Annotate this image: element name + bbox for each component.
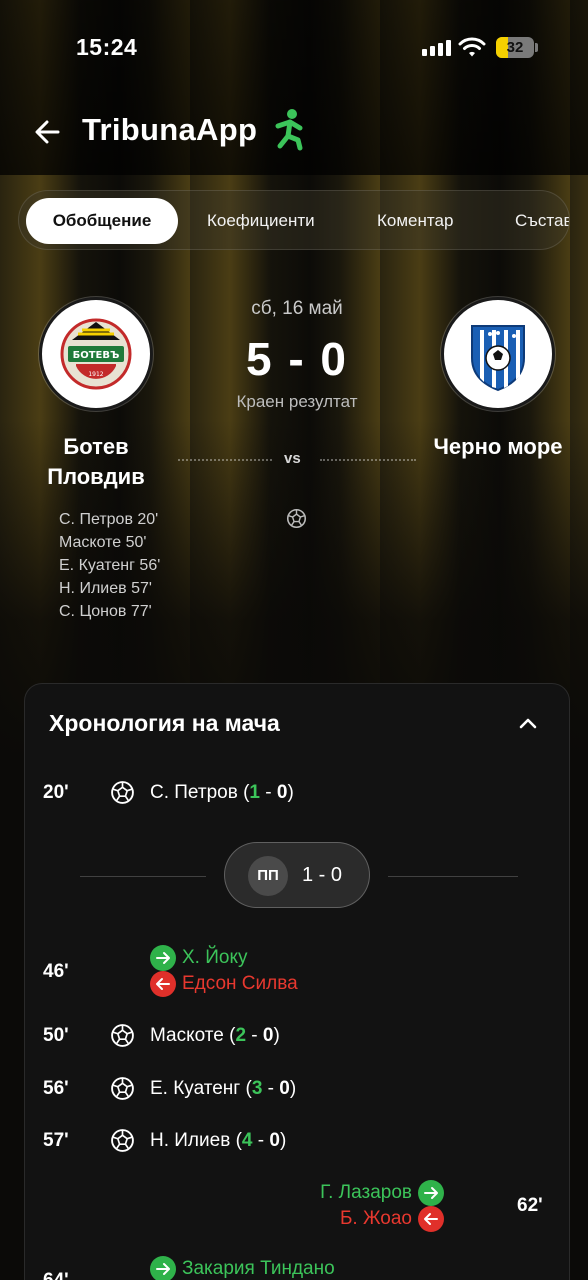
match-score: 5 - 0 xyxy=(245,333,349,385)
goal-event[interactable]: Н. Илиев (4 - 0) xyxy=(150,1130,286,1152)
collapse-button[interactable] xyxy=(516,712,540,741)
scorer-item: Е. Куатенг 56' xyxy=(59,557,161,574)
goal-event[interactable]: Е. Куатенг (3 - 0) xyxy=(150,1078,296,1100)
status-time: 15:24 xyxy=(76,34,138,60)
tab-odds[interactable]: Коефициенти xyxy=(207,198,315,244)
halftime-divider-right xyxy=(388,876,518,877)
scorer-item: Маскоте 50' xyxy=(59,534,147,551)
timeline-title: Хронология на мача xyxy=(49,710,280,736)
match-tabs: Обобщение Коефициенти Коментар Състав xyxy=(18,190,570,250)
scorer-item: С. Цонов 77' xyxy=(59,603,152,620)
sub-in-icon xyxy=(150,1256,176,1280)
goal-home-score: 2 xyxy=(235,1025,247,1046)
halftime-badge: ПП xyxy=(248,856,288,896)
soccer-ball-icon xyxy=(286,508,307,534)
battery-level: 32 xyxy=(506,39,524,56)
sub-out-icon xyxy=(150,971,176,997)
event-minute: 57' xyxy=(43,1130,69,1151)
match-status: Краен резултат xyxy=(236,392,358,411)
event-minute: 64' xyxy=(43,1270,69,1280)
tab-lineups[interactable]: Състав xyxy=(515,198,569,244)
vs-divider-left xyxy=(178,459,272,461)
goal-player: С. Петров xyxy=(150,782,238,803)
soccer-ball-icon xyxy=(110,1076,135,1106)
halftime-pill xyxy=(224,842,370,908)
goal-away-score: 0 xyxy=(276,782,288,803)
status-bar: 15:24 32 xyxy=(0,0,588,90)
home-team-name-line2: Пловдив xyxy=(47,464,145,489)
soccer-ball-icon xyxy=(110,1023,135,1053)
arrow-left-icon xyxy=(35,120,60,144)
match-date: сб, 16 май xyxy=(251,298,343,319)
goal-away-score: 0 xyxy=(279,1078,290,1099)
goal-home-score: 4 xyxy=(241,1130,253,1151)
back-button[interactable] xyxy=(30,114,66,150)
vs-label: vs xyxy=(284,450,301,467)
sub-out-player[interactable]: Едсон Силва xyxy=(182,973,298,995)
scorer-item: Н. Илиев 57' xyxy=(59,580,152,597)
home-scorers-list: С. Петров 20' Маскоте 50' Е. Куатенг 56'… xyxy=(59,508,160,623)
event-minute: 62' xyxy=(517,1195,543,1216)
event-minute: 20' xyxy=(43,782,69,803)
sub-out-icon xyxy=(418,1206,444,1232)
goal-player: Маскоте xyxy=(150,1025,224,1046)
halftime-score: 1 - 0 xyxy=(302,864,343,886)
goal-player: Н. Илиев xyxy=(150,1130,231,1151)
soccer-ball-icon xyxy=(110,1128,135,1158)
event-minute: 46' xyxy=(43,961,69,982)
goal-away-score: 0 xyxy=(269,1130,280,1151)
home-team-name[interactable]: Ботев Пловдив xyxy=(30,432,162,492)
sub-in-icon xyxy=(150,945,176,971)
battery-icon: 32 xyxy=(496,37,534,58)
tab-summary[interactable]: Обобщение xyxy=(26,198,178,244)
sub-in-player[interactable]: Закария Тиндано xyxy=(182,1258,335,1280)
chevron-up-icon xyxy=(519,718,537,729)
sub-in-player[interactable]: Х. Йоку xyxy=(182,947,247,969)
sub-in-icon xyxy=(418,1180,444,1206)
app-header: TribunaApp xyxy=(0,100,588,164)
cellular-signal-icon xyxy=(422,40,451,56)
soccer-ball-icon xyxy=(110,780,135,810)
halftime-divider-left xyxy=(80,876,206,877)
sub-in-player[interactable]: Г. Лазаров xyxy=(320,1182,412,1204)
battery-tip xyxy=(535,43,538,52)
running-person-icon xyxy=(270,108,308,157)
event-minute: 56' xyxy=(43,1078,69,1099)
brand-logo-text: TribunaApp xyxy=(82,112,258,147)
goal-home-score: 3 xyxy=(251,1078,263,1099)
home-team-name-line1: Ботев xyxy=(63,434,129,459)
goal-away-score: 0 xyxy=(262,1025,274,1046)
tab-commentary[interactable]: Коментар xyxy=(377,198,453,244)
away-team-name[interactable]: Черно море xyxy=(418,432,578,462)
goal-event[interactable]: Маскоте (2 - 0) xyxy=(150,1025,280,1047)
vs-divider-right xyxy=(320,459,416,461)
goal-player: Е. Куатенг xyxy=(150,1078,241,1099)
wifi-icon xyxy=(458,36,486,63)
goal-home-score: 1 xyxy=(249,782,260,803)
sub-out-player[interactable]: Б. Жоао xyxy=(340,1208,412,1230)
event-minute: 50' xyxy=(43,1025,69,1046)
goal-event[interactable]: С. Петров (1 - 0) xyxy=(150,782,294,804)
scorer-item: С. Петров 20' xyxy=(59,511,159,528)
